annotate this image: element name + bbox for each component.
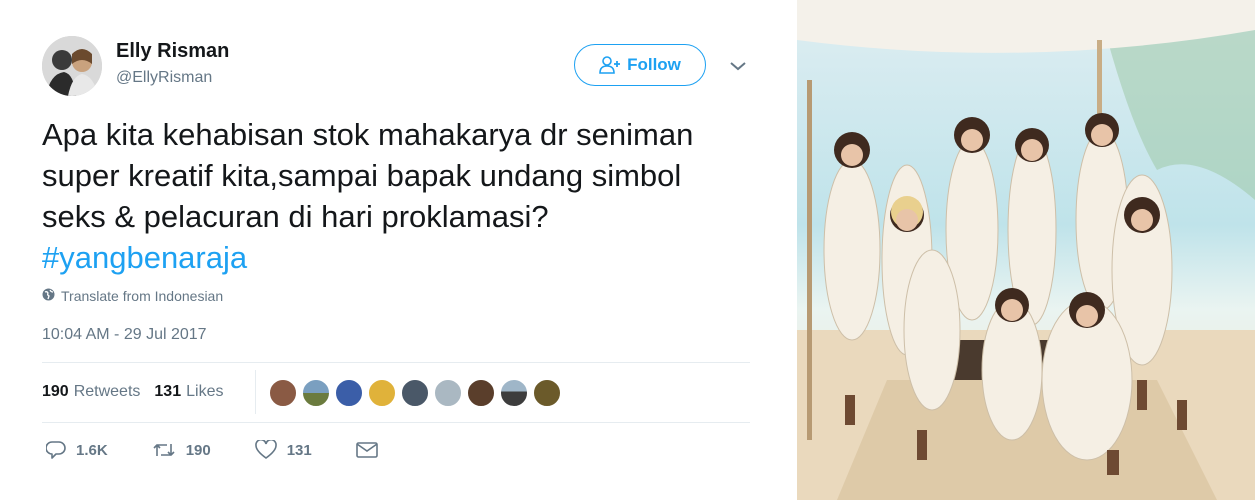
liker-avatar[interactable] — [334, 378, 364, 408]
translate-label: Translate from Indonesian — [61, 288, 224, 304]
tweet-card: Elly Risman @EllyRisman Follow Apa kita … — [0, 0, 795, 500]
liker-avatar[interactable] — [268, 378, 298, 408]
liker-avatar[interactable] — [433, 378, 463, 408]
liker-avatar[interactable] — [367, 378, 397, 408]
chevron-down-icon[interactable] — [728, 58, 748, 74]
likers-list — [268, 378, 565, 408]
liker-avatar[interactable] — [466, 378, 496, 408]
follow-button[interactable]: Follow — [574, 44, 706, 86]
reply-count: 1.6K — [76, 441, 108, 459]
retweet-button[interactable]: 190 — [152, 440, 211, 460]
retweets-stat[interactable]: 190 Retweets — [42, 383, 140, 401]
likes-stat[interactable]: 131 Likes — [154, 383, 223, 401]
author-handle[interactable]: @EllyRisman — [116, 69, 212, 87]
liker-avatar[interactable] — [400, 378, 430, 408]
envelope-icon — [355, 441, 378, 459]
author-name[interactable]: Elly Risman — [116, 40, 229, 63]
heart-icon — [254, 440, 277, 460]
retweets-count: 190 — [42, 383, 69, 400]
like-count: 131 — [286, 441, 312, 459]
divider — [42, 422, 750, 423]
divider — [42, 362, 750, 363]
liker-avatar[interactable] — [301, 378, 331, 408]
liker-avatar[interactable] — [499, 378, 529, 408]
retweet-icon — [152, 440, 176, 460]
liker-avatar[interactable] — [532, 378, 562, 408]
retweets-label: Retweets — [73, 383, 141, 400]
direct-message-button[interactable] — [355, 441, 378, 459]
group-photo — [797, 0, 1255, 500]
add-user-icon — [599, 56, 621, 74]
tweet-text: Apa kita kehabisan stok mahakarya dr sen… — [42, 114, 732, 278]
reply-icon — [46, 440, 66, 460]
hashtag-link[interactable]: #yangbenaraja — [42, 240, 247, 275]
tweet-body: Apa kita kehabisan stok mahakarya dr sen… — [42, 117, 694, 234]
likes-label: Likes — [186, 383, 224, 400]
likes-count: 131 — [154, 383, 182, 400]
follow-label: Follow — [627, 55, 681, 74]
globe-icon — [42, 288, 55, 304]
reply-button[interactable]: 1.6K — [46, 440, 108, 460]
like-button[interactable]: 131 — [254, 440, 312, 460]
retweet-count: 190 — [185, 441, 211, 459]
translate-link[interactable]: Translate from Indonesian — [42, 288, 223, 304]
author-avatar[interactable] — [42, 36, 102, 96]
tweet-actions: 1.6K 190 131 — [46, 440, 422, 460]
stats-separator — [255, 370, 256, 414]
tweet-stats: 190 Retweets 131 Likes — [42, 383, 237, 401]
tweet-timestamp[interactable]: 10:04 AM - 29 Jul 2017 — [42, 326, 207, 344]
